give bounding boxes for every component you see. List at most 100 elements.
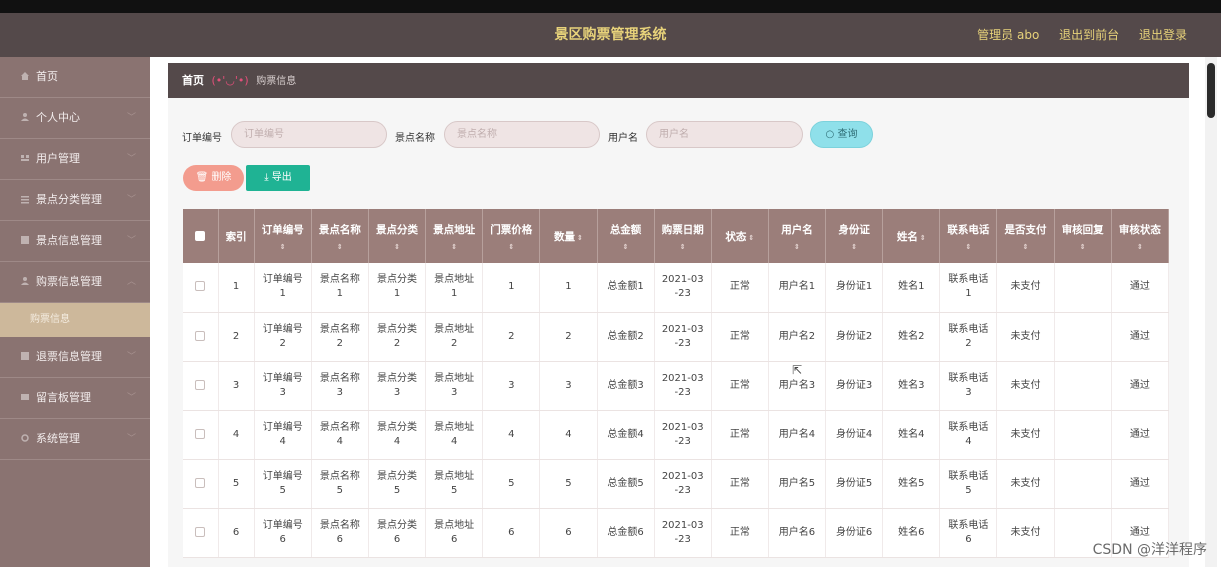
header-status[interactable]: 状态 ⇕ <box>711 209 769 263</box>
cell-audit-status: 通过 <box>1111 410 1169 460</box>
cell-name: 姓名1 <box>882 263 941 313</box>
header-ticket-price[interactable]: 门票价格 ⇕ <box>482 209 541 263</box>
sort-icon[interactable]: ⇕ <box>314 243 366 251</box>
sort-icon[interactable]: ⇕ <box>485 243 537 251</box>
row-checkbox[interactable] <box>195 526 206 537</box>
row-checkbox[interactable] <box>195 281 206 292</box>
sort-icon[interactable]: ⇕ <box>748 234 754 242</box>
list-icon <box>21 196 29 204</box>
sort-icon[interactable]: ⇕ <box>1114 243 1166 251</box>
header-username[interactable]: 用户名 ⇕ <box>768 209 827 263</box>
order-number-input[interactable] <box>231 121 387 148</box>
cell-purchase-date: 2021-03 -23 <box>654 263 712 313</box>
sidebar: 首页 个人中心 ﹀ 用户管理 ﹀ 景点分类管理 ﹀ 景点信息管理 ﹀ 购票信息管理 ︿ 购… <box>0 57 150 567</box>
cell-quantity: 2 <box>539 312 598 362</box>
header-audit-reply[interactable]: 审核回复 ⇕ <box>1054 209 1112 263</box>
header-audit-status[interactable]: 审核状态 ⇕ <box>1111 209 1169 263</box>
scrollbar-thumb[interactable] <box>1207 63 1215 118</box>
sort-icon[interactable]: ⇕ <box>999 243 1051 251</box>
sort-icon[interactable]: ⇕ <box>257 243 309 251</box>
message-icon <box>21 394 29 400</box>
cell-order-number: 订单编号 2 <box>254 312 312 362</box>
sort-icon[interactable]: ⇕ <box>942 243 994 251</box>
cell-spot-address: 景点地址 2 <box>425 312 484 362</box>
spot-name-input[interactable] <box>444 121 600 148</box>
sort-icon[interactable]: ⇕ <box>1057 243 1109 251</box>
sidebar-item-system[interactable]: 系统管理 ﹀ <box>0 419 150 460</box>
row-checkbox-cell[interactable] <box>183 410 219 460</box>
cell-id-card: 身份证4 <box>825 410 884 460</box>
row-checkbox-cell[interactable] <box>183 312 219 362</box>
row-checkbox-cell[interactable] <box>183 361 219 411</box>
header-spot-category[interactable]: 景点分类 ⇕ <box>368 209 427 263</box>
table-row[interactable]: 1 订单编号 1 景点名称 1 景点分类 1 景点地址 1 1 1 总金额1 2021-03 -… <box>183 263 1169 313</box>
cell-audit-reply <box>1054 312 1112 362</box>
breadcrumb-home[interactable]: 首页 <box>182 74 204 87</box>
sort-icon[interactable]: ⇕ <box>920 234 926 242</box>
sidebar-item-message-board[interactable]: 留言板管理 ﹀ <box>0 378 150 419</box>
sort-icon[interactable]: ⇕ <box>657 243 709 251</box>
sidebar-item-spot-category[interactable]: 景点分类管理 ﹀ <box>0 180 150 221</box>
sort-icon[interactable]: ⇕ <box>828 243 880 251</box>
header-phone[interactable]: 联系电话 ⇕ <box>939 209 998 263</box>
header-purchase-date[interactable]: 购票日期 ⇕ <box>654 209 712 263</box>
sort-icon[interactable]: ⇕ <box>771 243 823 251</box>
ticket-table: 索引 订单编号 ⇕ 景点名称 ⇕ 景点分类 ⇕ 景点地址 ⇕ 门票价格 ⇕ 数量 ⇕ 总金额… <box>183 209 1169 558</box>
header-total[interactable]: 总金额 ⇕ <box>597 209 655 263</box>
cell-phone: 联系电话 3 <box>939 361 998 411</box>
cell-name: 姓名6 <box>882 508 941 558</box>
sidebar-item-label: 用户管理 <box>36 152 80 165</box>
sidebar-item-home[interactable]: 首页 <box>0 57 150 98</box>
sidebar-item-label: 留言板管理 <box>36 391 91 404</box>
sidebar-item-users[interactable]: 用户管理 ﹀ <box>0 139 150 180</box>
row-checkbox[interactable] <box>195 330 206 341</box>
cell-username: 用户名6 <box>768 508 827 558</box>
row-checkbox[interactable] <box>195 428 206 439</box>
header-spot-name[interactable]: 景点名称 ⇕ <box>311 209 369 263</box>
scrollbar-track[interactable] <box>1205 57 1217 567</box>
to-front-link[interactable]: 退出到前台 <box>1059 28 1119 42</box>
sort-icon[interactable]: ⇕ <box>577 234 583 242</box>
row-checkbox[interactable] <box>195 379 206 390</box>
cell-id-card: 身份证1 <box>825 263 884 313</box>
header-quantity[interactable]: 数量 ⇕ <box>539 209 598 263</box>
header-spot-address[interactable]: 景点地址 ⇕ <box>425 209 484 263</box>
table-header-row: 索引 订单编号 ⇕ 景点名称 ⇕ 景点分类 ⇕ 景点地址 ⇕ 门票价格 ⇕ 数量 ⇕ 总金额… <box>183 209 1169 263</box>
table-row[interactable]: 4 订单编号 4 景点名称 4 景点分类 4 景点地址 4 4 4 总金额4 2021-03 -… <box>183 410 1169 460</box>
cell-spot-name: 景点名称 4 <box>311 410 369 460</box>
cell-username: 用户名1 <box>768 263 827 313</box>
sort-icon[interactable]: ⇕ <box>428 243 480 251</box>
sort-icon[interactable]: ⇕ <box>600 243 652 251</box>
export-button[interactable]: ⤓ 导出 <box>246 165 310 191</box>
sidebar-item-spot-info[interactable]: 景点信息管理 ﹀ <box>0 221 150 262</box>
header-order-number[interactable]: 订单编号 ⇕ <box>254 209 312 263</box>
query-button[interactable]: ○ 查询 <box>810 121 873 148</box>
select-all-checkbox[interactable] <box>195 231 206 241</box>
header-name[interactable]: 姓名 ⇕ <box>882 209 941 263</box>
select-all-checkbox-cell[interactable] <box>183 209 219 263</box>
table-row[interactable]: 2 订单编号 2 景点名称 2 景点分类 2 景点地址 2 2 2 总金额2 2021-03 -… <box>183 312 1169 362</box>
username-input[interactable] <box>646 121 803 148</box>
sidebar-item-refund-mgmt[interactable]: 退票信息管理 ﹀ <box>0 337 150 378</box>
table-row[interactable]: 3 订单编号 3 景点名称 3 景点分类 3 景点地址 3 3 3 总金额3 2021-03 -… <box>183 361 1169 411</box>
header-id-card[interactable]: 身份证 ⇕ <box>825 209 884 263</box>
cell-index: 2 <box>218 312 255 362</box>
sidebar-item-profile[interactable]: 个人中心 ﹀ <box>0 98 150 139</box>
row-checkbox-cell[interactable] <box>183 508 219 558</box>
gear-icon <box>21 434 29 442</box>
header-paid[interactable]: 是否支付 ⇕ <box>996 209 1055 263</box>
sidebar-item-ticket-mgmt[interactable]: 购票信息管理 ︿ <box>0 262 150 303</box>
table-row[interactable]: 6 订单编号 6 景点名称 6 景点分类 6 景点地址 6 6 6 总金额6 2021-03 -… <box>183 508 1169 558</box>
row-checkbox-cell[interactable] <box>183 263 219 313</box>
sort-icon[interactable]: ⇕ <box>371 243 423 251</box>
logout-link[interactable]: 退出登录 <box>1139 28 1187 42</box>
sidebar-subitem-ticket-info[interactable]: 购票信息 <box>0 303 150 337</box>
row-checkbox[interactable] <box>195 477 206 488</box>
cell-spot-category: 景点分类 4 <box>368 410 427 460</box>
row-checkbox-cell[interactable] <box>183 459 219 509</box>
export-button-label: 导出 <box>271 172 292 183</box>
cell-paid: 未支付 <box>996 508 1055 558</box>
table-row[interactable]: 5 订单编号 5 景点名称 5 景点分类 5 景点地址 5 5 5 总金额5 2021-03 -… <box>183 459 1169 509</box>
delete-button[interactable]: 🗑 删除 <box>183 165 244 191</box>
mouse-cursor-icon: ⇱ <box>792 363 803 377</box>
